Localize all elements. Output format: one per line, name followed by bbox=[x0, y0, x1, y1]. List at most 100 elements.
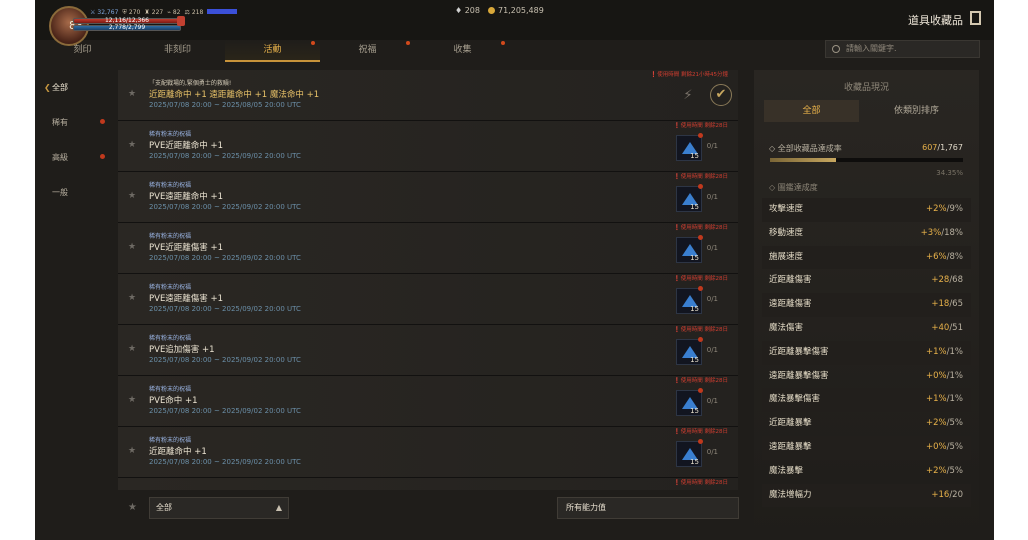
sidebar-item-3[interactable]: 一般 bbox=[35, 175, 110, 210]
tab-4[interactable]: 收集 bbox=[415, 40, 510, 62]
bag-icon: ⚖ bbox=[184, 9, 190, 16]
stat-current: +1% bbox=[926, 394, 947, 405]
notification-dot bbox=[698, 388, 703, 393]
time-text: 使用時間 剩餘28日 bbox=[680, 327, 728, 333]
stat-max: /5% bbox=[946, 441, 963, 452]
mp-text: 2,778/2,799 bbox=[108, 24, 146, 31]
item-name: PVE近距離命中 +1 bbox=[149, 141, 224, 151]
item-time-remaining: ❗使用時間 剩餘21小時45分鐘 bbox=[650, 70, 728, 78]
stat-max: /20 bbox=[949, 489, 963, 500]
notification-dot bbox=[698, 286, 703, 291]
item-thumbnail[interactable]: 15 bbox=[676, 390, 702, 416]
notification-dot bbox=[501, 41, 505, 45]
notification-dot bbox=[100, 154, 105, 159]
alert-icon: ❗ bbox=[673, 378, 681, 384]
sidebar-item-label: 高級 bbox=[52, 153, 68, 162]
sidebar-item-2[interactable]: 高級 bbox=[35, 140, 110, 175]
favorite-star-icon[interactable]: ★ bbox=[128, 191, 136, 201]
list-item[interactable]: ★ 稀有粉末的祝福 近距離命中 +1 2025/07/08 20:00 ~ 2025/… bbox=[118, 427, 738, 478]
item-thumbnail[interactable]: 15 bbox=[676, 288, 702, 314]
gold-count: 71,205,489 bbox=[488, 6, 544, 15]
ability-select[interactable]: 所有能力值 bbox=[557, 497, 739, 519]
stat-power: ⚔ 32,767 bbox=[90, 9, 119, 16]
item-thumbnail[interactable]: 15 bbox=[676, 441, 702, 467]
notification-dot bbox=[406, 41, 410, 45]
stat-current: +2% bbox=[926, 465, 947, 476]
tab-1[interactable]: 非刻印 bbox=[130, 40, 225, 62]
time-text: 使用時間 剩餘28日 bbox=[680, 429, 728, 435]
list-item[interactable]: ★ 稀有粉末的祝福 PVE遠距離命中 +1 2025/07/08 20:00 ~ 20… bbox=[118, 172, 738, 223]
item-count: 15 bbox=[690, 458, 699, 466]
item-thumbnail[interactable]: 15 bbox=[676, 237, 702, 263]
list-item[interactable]: ★ 稀有粉末的祝福 PVE近距離命中 +1 2025/07/08 20:00 ~ 20… bbox=[118, 121, 738, 172]
overall-progress-bar bbox=[770, 158, 963, 162]
favorite-star-icon[interactable]: ★ bbox=[128, 395, 136, 405]
favorite-star-icon[interactable]: ★ bbox=[128, 242, 136, 252]
stat-row: 魔法傷害 +40/51 bbox=[762, 317, 971, 341]
stat-name: 遠距離傷害 bbox=[769, 299, 812, 310]
favorite-star-icon[interactable]: ★ bbox=[128, 502, 137, 513]
list-item[interactable]: ★ 「支配戰場的,緊個勇士的救贖! 近距離命中 +1 遠距離命中 +1 魔法命中 +… bbox=[118, 70, 738, 121]
window-title: 道具收藏品 bbox=[908, 14, 963, 27]
stat-max: /1% bbox=[946, 370, 963, 381]
hp-text: 12,116/12,366 bbox=[104, 17, 149, 24]
exit-icon[interactable] bbox=[970, 11, 981, 25]
alert-icon: ❗ bbox=[673, 276, 681, 282]
selected-marker-icon: ❮ bbox=[44, 83, 51, 92]
notification-dot bbox=[698, 337, 703, 342]
favorite-star-icon[interactable]: ★ bbox=[128, 293, 136, 303]
stat-current: +2% bbox=[926, 204, 947, 214]
list-item[interactable]: ★ 稀有粉末的祝福 PVE遠距離傷害 +1 2025/07/08 20:00 ~ 20… bbox=[118, 274, 738, 325]
tab-2[interactable]: 活動 bbox=[225, 40, 320, 62]
stat-value: +6%/8% bbox=[926, 246, 963, 270]
favorite-star-icon[interactable]: ★ bbox=[128, 344, 136, 354]
item-progress: 0/1 bbox=[706, 448, 718, 456]
list-item[interactable]: ★ 稀有粉末的祝福 PVE追加傷害 +1 2025/07/08 20:00 ~ 202… bbox=[118, 325, 738, 376]
item-date-range: 2025/07/08 20:00 ~ 2025/09/02 20:00 UTC bbox=[149, 203, 301, 211]
top-bar: 83 ⚔32,767 ⛨270 ♜227 ⌁82 ⚖218 12,116/12,… bbox=[35, 0, 994, 46]
stat-max: /5% bbox=[946, 465, 963, 476]
tab-0[interactable]: 刻印 bbox=[35, 40, 130, 62]
tab-all[interactable]: 全部 bbox=[764, 100, 859, 122]
search-input[interactable]: 請輸入關鍵字. bbox=[825, 40, 980, 58]
item-thumbnail[interactable]: 15 bbox=[676, 186, 702, 212]
time-text: 使用時間 剩餘28日 bbox=[680, 174, 728, 180]
stat-max: /65 bbox=[949, 299, 963, 310]
stat-name: 移動速度 bbox=[769, 227, 804, 238]
tab-label: 收集 bbox=[453, 45, 472, 55]
overall-rate-label: ◇ 全部收藏品達成率 bbox=[769, 144, 842, 153]
favorite-star-icon[interactable]: ★ bbox=[128, 446, 136, 456]
helm-icon: ♜ bbox=[144, 9, 150, 16]
item-time-remaining: ❗使用時間 剩餘28日 bbox=[674, 427, 728, 435]
stat-current: +16 bbox=[931, 489, 950, 500]
potion-icon[interactable] bbox=[177, 16, 185, 26]
time-text: 使用時間 剩餘28日 bbox=[680, 480, 728, 486]
stat-name: 攻擊速度 bbox=[769, 204, 804, 214]
time-text: 使用時間 剩餘28日 bbox=[680, 276, 728, 282]
stat-value: +40/51 bbox=[931, 317, 963, 341]
list-item[interactable]: ★ 稀有粉末的祝福 PVE命中 +1 2025/07/08 20:00 ~ 2025/… bbox=[118, 376, 738, 427]
stat-name: 近距離傷害 bbox=[769, 275, 812, 286]
alert-icon: ❗ bbox=[673, 327, 681, 333]
collection-status-panel: 收藏品現況 全部 依類別排序 ◇ 全部收藏品達成率 607/1,767 34.3… bbox=[754, 70, 979, 540]
item-thumbnail[interactable]: 15 bbox=[676, 135, 702, 161]
tab-sort-by-category[interactable]: 依類別排序 bbox=[864, 100, 969, 122]
tab-3[interactable]: 祝福 bbox=[320, 40, 415, 62]
list-item[interactable]: ★❗使用時間 剩餘28日 bbox=[118, 478, 738, 490]
list-item[interactable]: ★ 稀有粉末的祝福 PVE近距離傷害 +1 2025/07/08 20:00 ~ 20… bbox=[118, 223, 738, 274]
favorite-star-icon[interactable]: ★ bbox=[128, 140, 136, 150]
stat-row: 近距離暴擊 +2%/5% bbox=[762, 412, 971, 436]
confirm-check-icon[interactable]: ✔ bbox=[710, 84, 732, 106]
register-all-icon[interactable]: ⚡ bbox=[678, 86, 698, 106]
item-progress: 0/1 bbox=[706, 397, 718, 405]
favorite-star-icon[interactable]: ★ bbox=[128, 89, 136, 99]
category-select[interactable]: 全部 ▲ bbox=[149, 497, 289, 519]
item-date-range: 2025/07/08 20:00 ~ 2025/09/02 20:00 UTC bbox=[149, 407, 301, 415]
stat-ac: ⛨ 270 bbox=[122, 9, 141, 16]
stat-value: +28/68 bbox=[931, 269, 963, 293]
sidebar-item-1[interactable]: 稀有 bbox=[35, 105, 110, 140]
item-subtitle: 稀有粉末的祝福 bbox=[149, 233, 192, 240]
item-thumbnail[interactable]: 15 bbox=[676, 339, 702, 365]
sidebar-item-0[interactable]: ❮ 全部 bbox=[35, 70, 110, 105]
stat-row: 魔法暴擊傷害 +1%/1% bbox=[762, 388, 971, 413]
